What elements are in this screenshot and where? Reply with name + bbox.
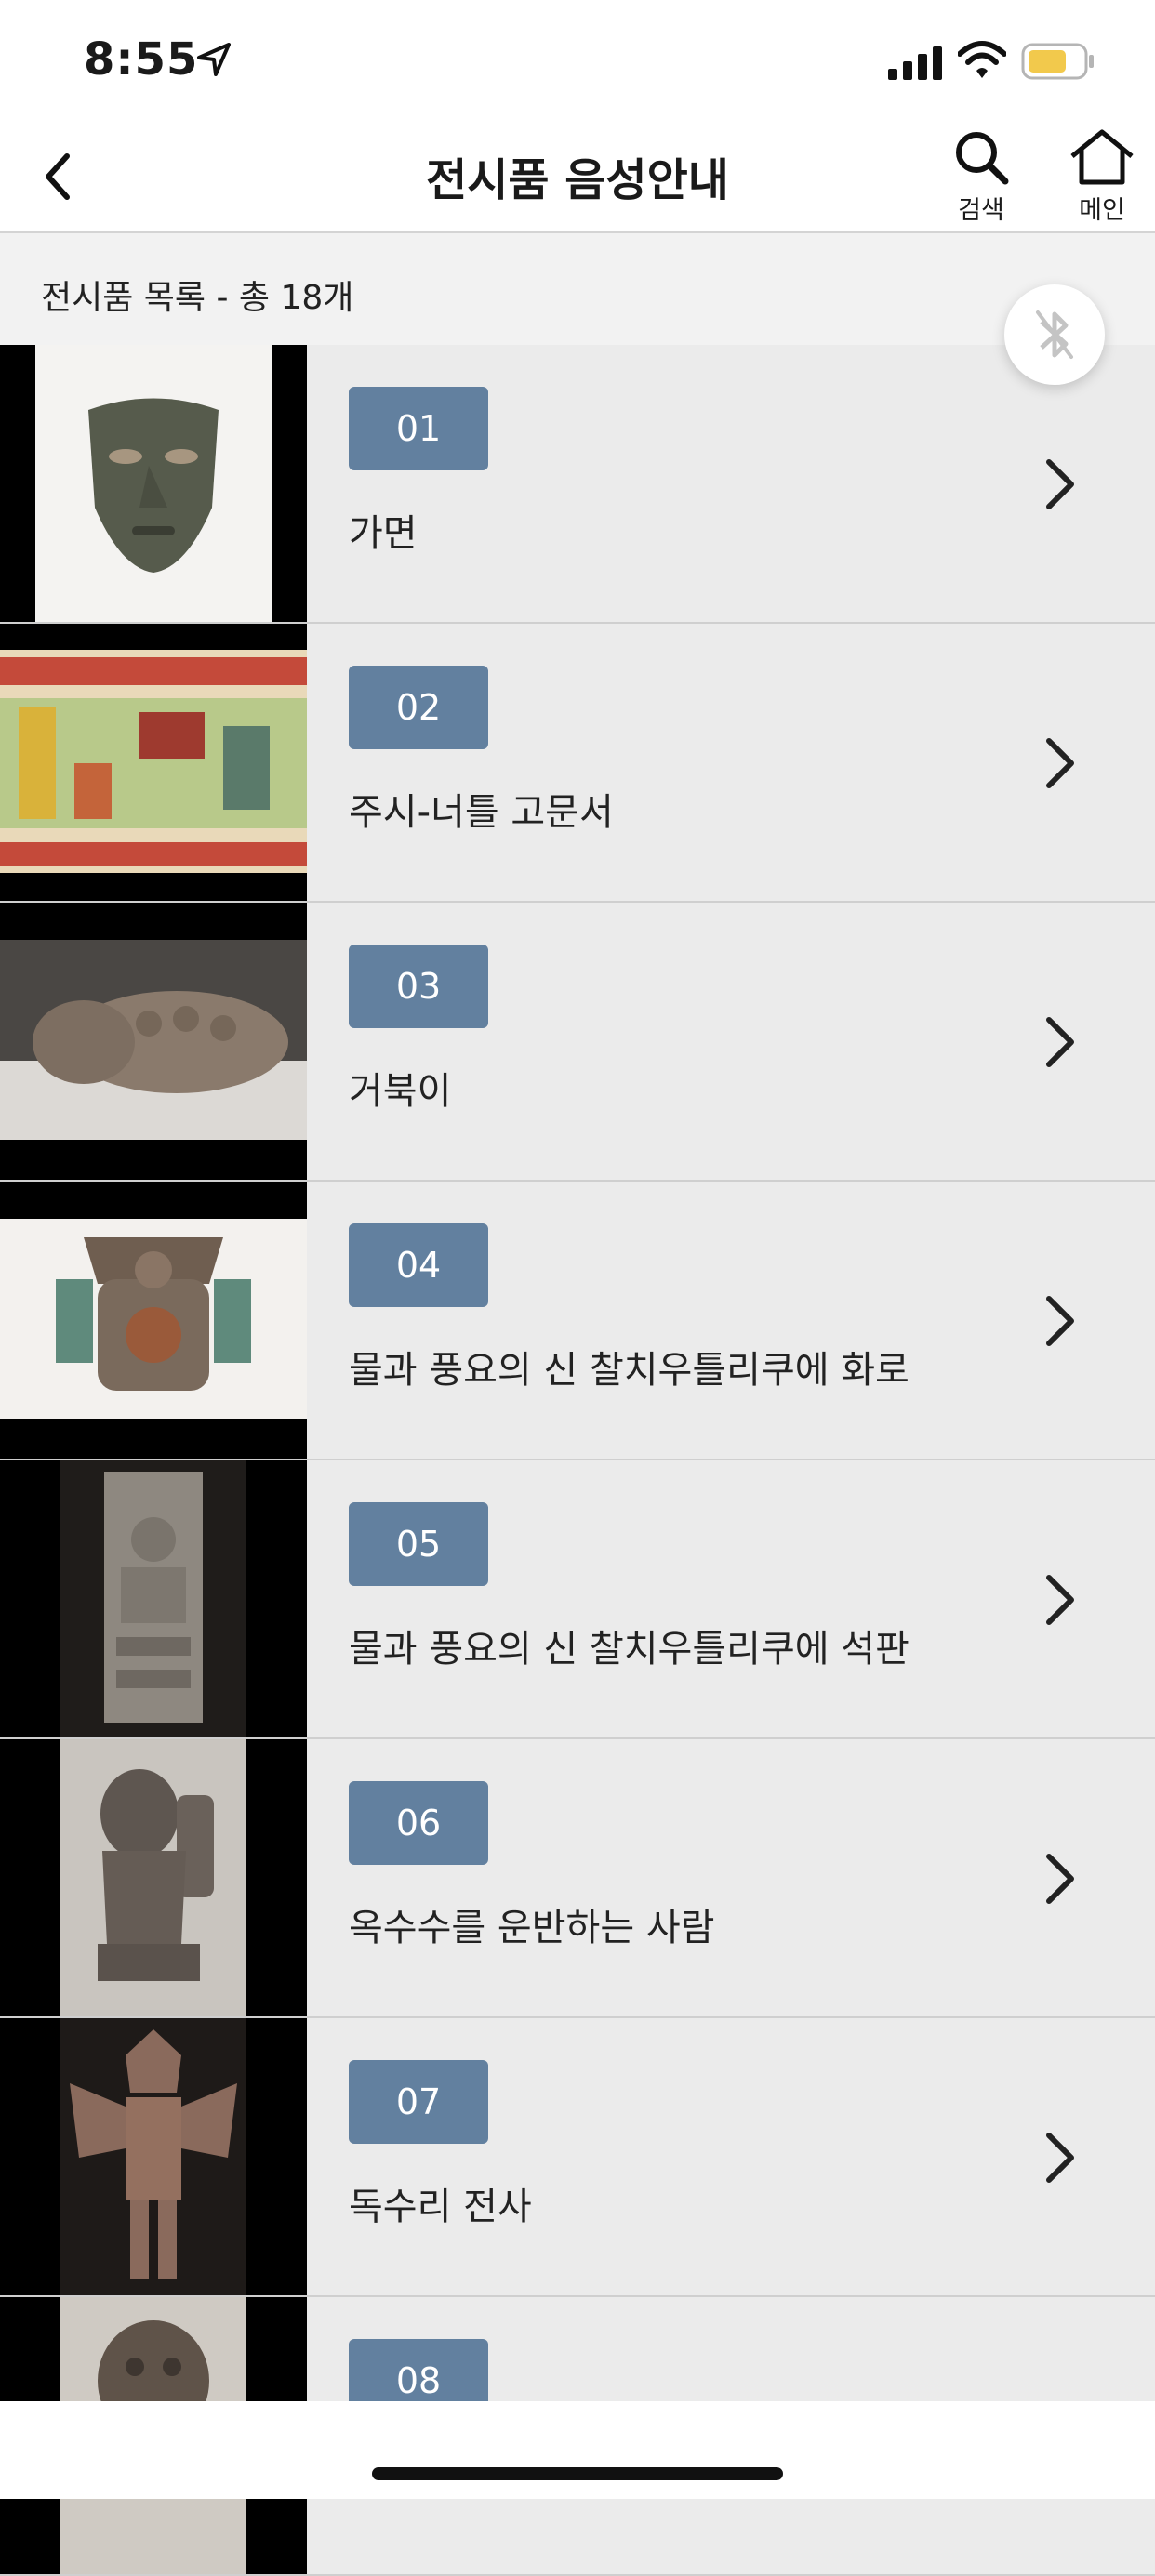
search-button[interactable]: 검색 [939, 128, 1023, 231]
item-number-badge: 04 [349, 1223, 488, 1307]
nav-header: 전시품 음성안내 검색 메인 [0, 121, 1155, 233]
item-number-badge: 03 [349, 945, 488, 1028]
list-item[interactable]: 07 독수리 전사 [0, 2018, 1155, 2297]
list-item[interactable]: 03 거북이 [0, 903, 1155, 1182]
home-indicator-area [0, 2401, 1155, 2499]
battery-icon [1021, 43, 1094, 80]
chevron-right-icon [1046, 2133, 1074, 2183]
list-summary-bar: 전시품 목록 - 총 18개 [0, 233, 1155, 345]
status-bar: 8:55 [0, 0, 1155, 121]
item-title: 물과 풍요의 신 찰치우틀리쿠에 화로 [349, 1349, 909, 1392]
signal-icon [888, 46, 942, 80]
item-title: 가면 [349, 512, 418, 555]
chevron-right-icon [1046, 1296, 1074, 1346]
chevron-right-icon [1046, 1575, 1074, 1625]
list-item[interactable]: 06 옥수수를 운반하는 사람 [0, 1739, 1155, 2018]
item-title: 주시-너틀 고문서 [349, 791, 614, 834]
item-number-badge: 01 [349, 387, 488, 470]
list-summary: 전시품 목록 - 총 18개 [41, 279, 354, 317]
home-icon [1070, 129, 1134, 185]
item-title: 물과 풍요의 신 찰치우틀리쿠에 석판 [349, 1628, 909, 1671]
exhibit-list: 01 가면 02 주시-너틀 고문서 03 거북이 04 물과 풍요의 신 찰치… [0, 345, 1155, 2576]
item-title: 옥수수를 운반하는 사람 [349, 1907, 715, 1949]
list-item[interactable]: 02 주시-너틀 고문서 [0, 624, 1155, 903]
item-number-badge: 06 [349, 1781, 488, 1865]
chevron-right-icon [1046, 459, 1074, 509]
bluetooth-button[interactable] [1004, 284, 1105, 385]
exhibit-thumbnail [0, 1739, 307, 2016]
search-label: 검색 [958, 196, 1004, 225]
chevron-right-icon [1046, 1854, 1074, 1904]
chevron-right-icon [1046, 738, 1074, 788]
exhibit-thumbnail [0, 345, 307, 622]
home-label: 메인 [1079, 196, 1125, 225]
item-number-badge: 05 [349, 1502, 488, 1586]
exhibit-thumbnail [0, 2018, 307, 2295]
location-arrow-icon [197, 43, 231, 76]
chevron-right-icon [1046, 1017, 1074, 1067]
item-title: 거북이 [349, 1070, 452, 1113]
item-title: 독수리 전사 [349, 2186, 532, 2228]
exhibit-thumbnail [0, 1182, 307, 1459]
item-number-badge: 02 [349, 666, 488, 749]
home-indicator[interactable] [372, 2467, 783, 2480]
bluetooth-off-icon [1036, 310, 1073, 359]
wifi-icon [958, 41, 1006, 78]
list-item[interactable]: 04 물과 풍요의 신 찰치우틀리쿠에 화로 [0, 1182, 1155, 1460]
exhibit-thumbnail [0, 624, 307, 901]
search-icon [956, 132, 1009, 185]
list-item[interactable]: 01 가면 [0, 345, 1155, 624]
exhibit-thumbnail [0, 903, 307, 1180]
home-button[interactable]: 메인 [1060, 128, 1144, 231]
status-time: 8:55 [84, 33, 199, 86]
list-item[interactable]: 05 물과 풍요의 신 찰치우틀리쿠에 석판 [0, 1460, 1155, 1739]
item-number-badge: 07 [349, 2060, 488, 2144]
exhibit-thumbnail [0, 1460, 307, 1737]
